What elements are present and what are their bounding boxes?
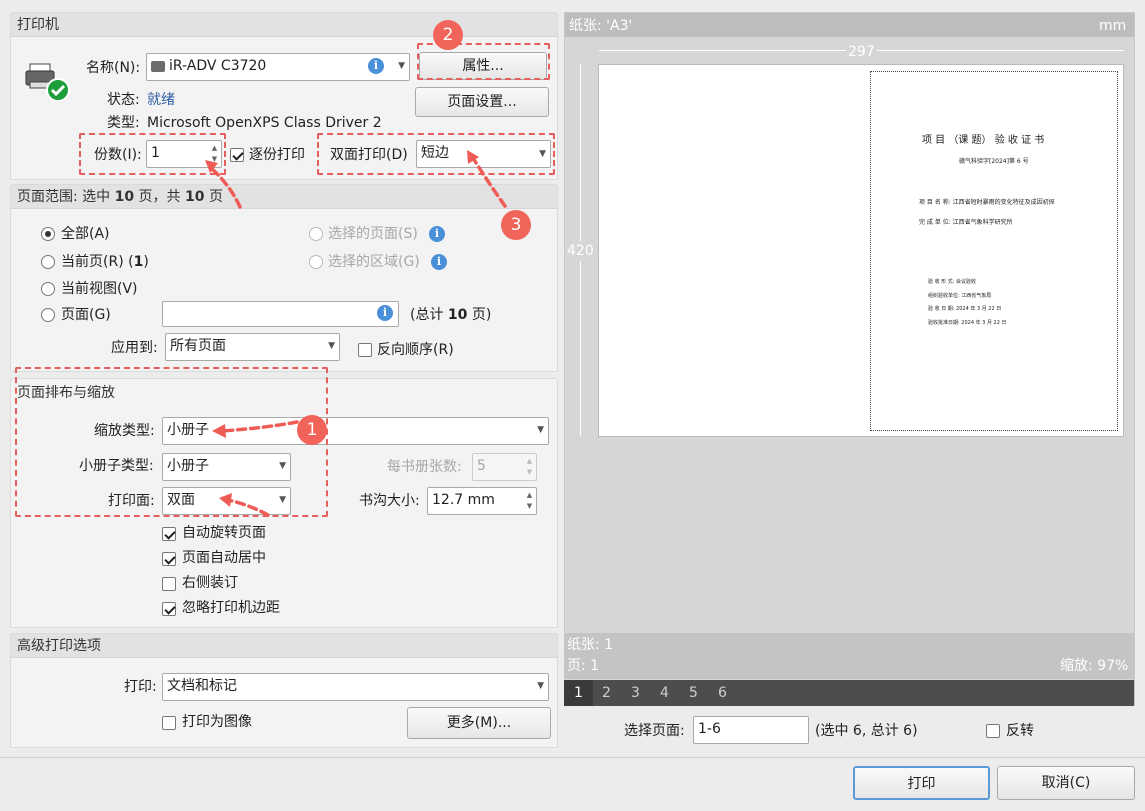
annotation-arrows — [205, 150, 507, 517]
